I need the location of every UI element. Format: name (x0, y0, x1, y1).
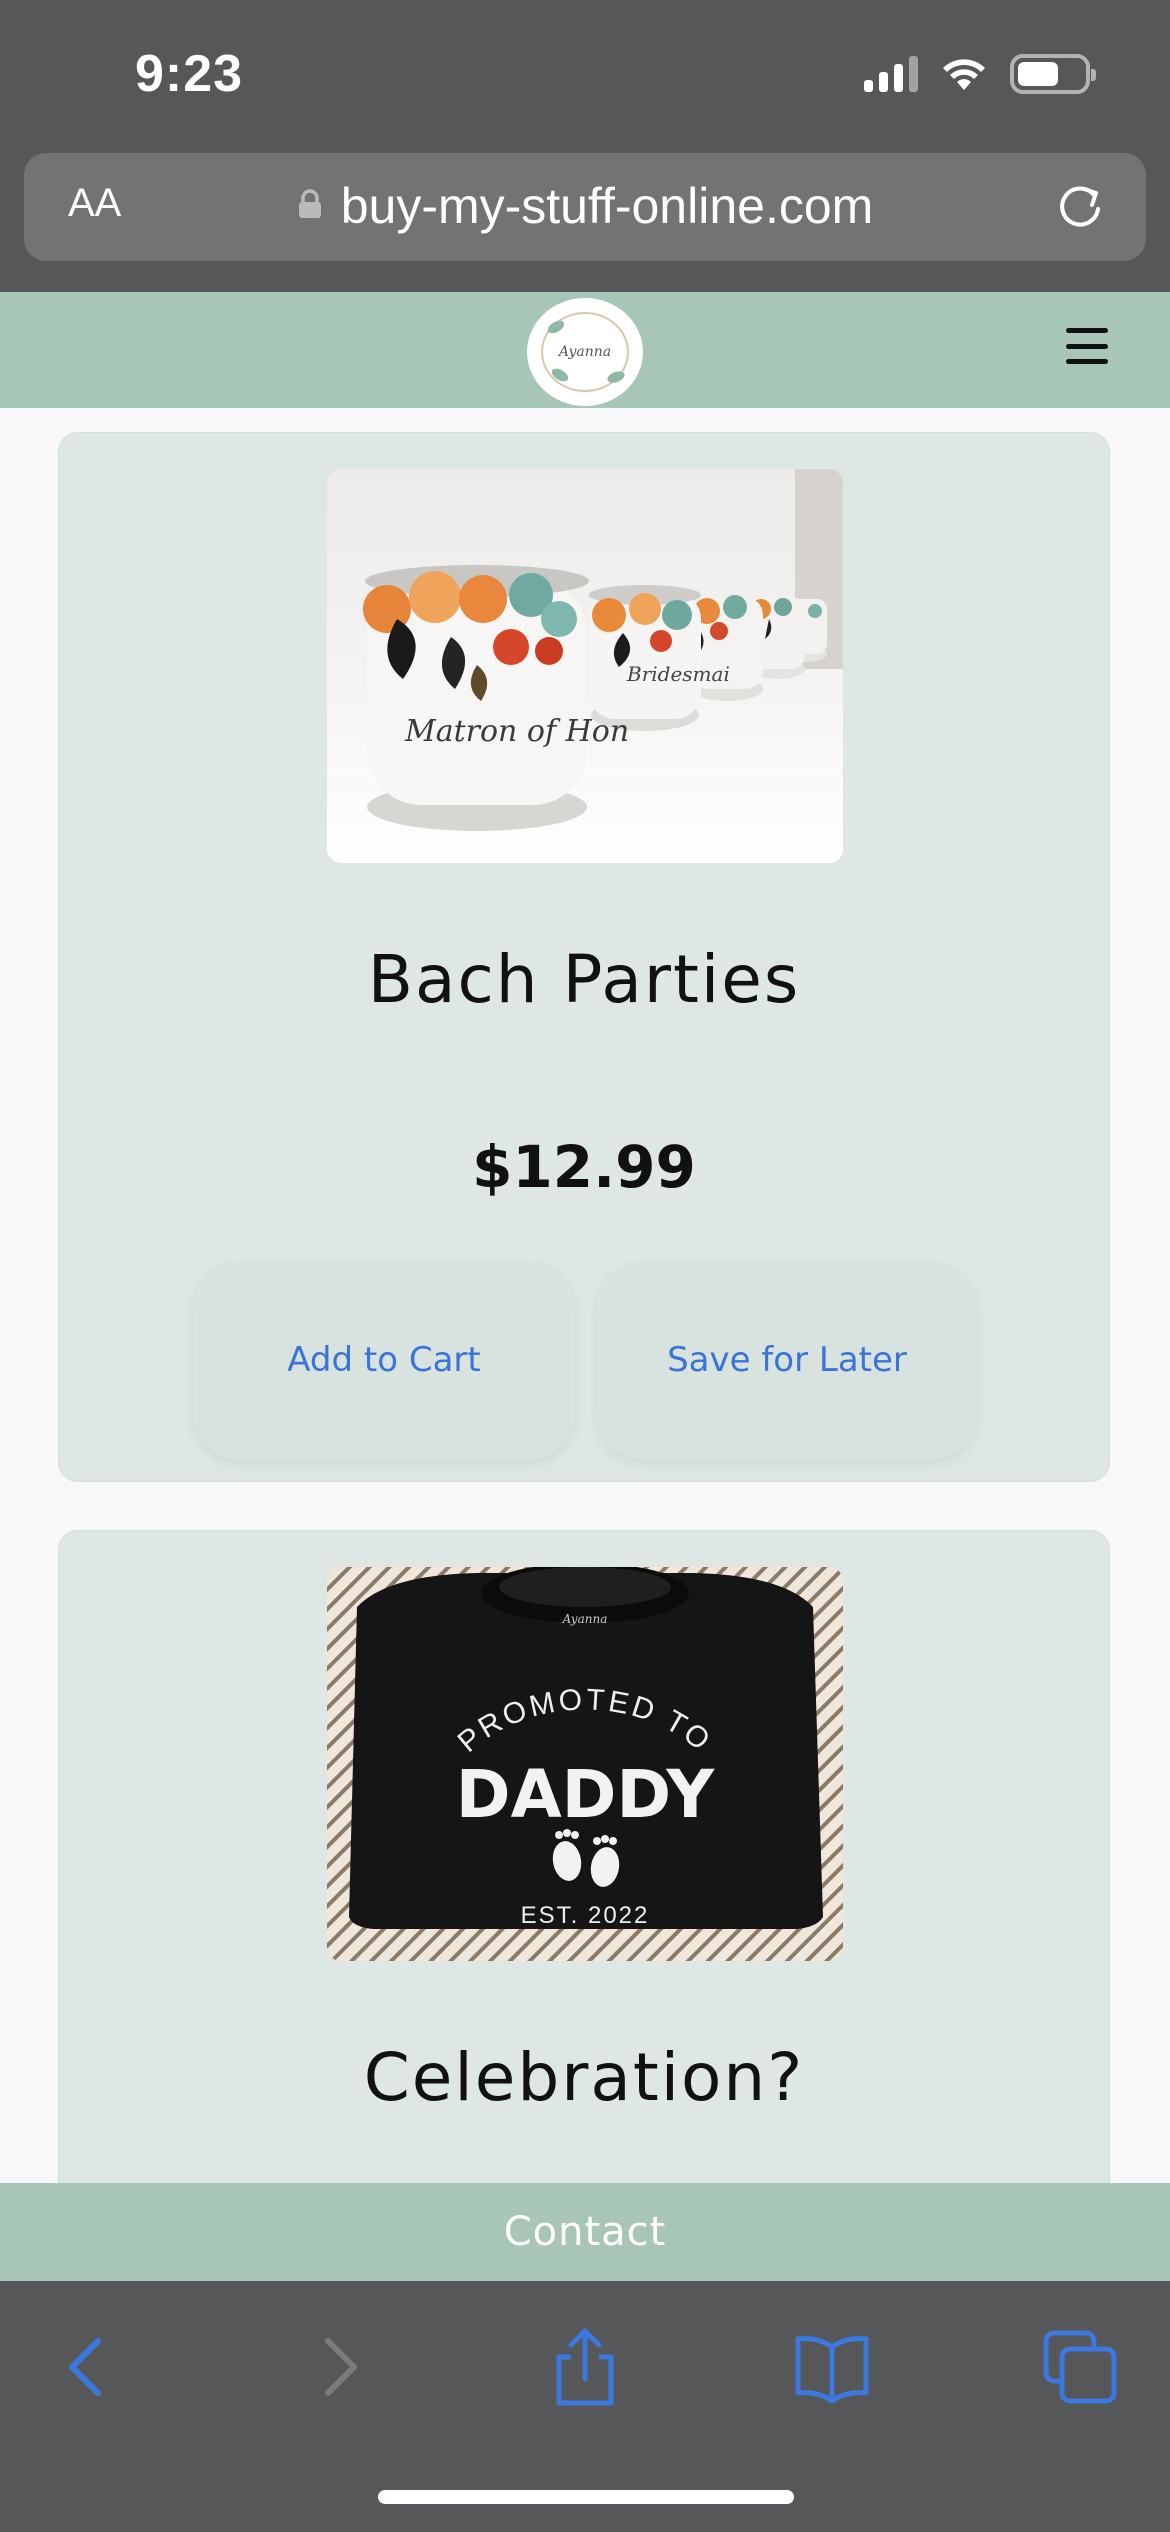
product-title: Bach Parties (367, 941, 801, 1018)
product-price: $12.99 (472, 1133, 696, 1201)
tumbler-text-2: Bridesmai (626, 662, 730, 686)
battery-icon (1010, 54, 1096, 94)
wifi-icon (943, 59, 985, 90)
share-icon[interactable] (545, 2327, 625, 2407)
contact-link[interactable]: Contact (0, 2183, 1170, 2281)
product-image-shirt: Ayanna PROMOTED TO DADDY EST. 2022 (327, 1567, 843, 1961)
shirt-line-2: DADDY (456, 1756, 716, 1833)
forward-icon[interactable] (298, 2327, 378, 2407)
back-icon[interactable] (48, 2327, 128, 2407)
url-field[interactable]: buy-my-stuff-online.com (24, 177, 1146, 235)
shirt-line-3: EST. 2022 (521, 1902, 650, 1929)
product-title: Celebration? (363, 2039, 805, 2116)
lock-icon (298, 189, 321, 218)
tumbler-text-1: Matron of Hon (404, 714, 629, 749)
site-logo[interactable]: Ayanna (527, 298, 643, 406)
menu-icon[interactable] (1066, 328, 1108, 364)
browser-top-chrome: 9:23 AA buy-my-stuff-online.com (0, 0, 1170, 292)
product-list: Bridesmai Matron of Hon Bach Parties $12… (0, 408, 1170, 2183)
site-header: Ayanna (0, 292, 1170, 408)
product-card: Ayanna PROMOTED TO DADDY EST. 2022 Celeb… (58, 1530, 1110, 2183)
reload-icon[interactable] (1054, 181, 1106, 233)
shirt-brand-text: Ayanna (562, 1612, 608, 1626)
status-icons (864, 54, 1096, 94)
tabs-icon[interactable] (1040, 2327, 1120, 2407)
save-for-later-button[interactable]: Save for Later (596, 1261, 978, 1459)
cellular-signal-icon (864, 56, 918, 92)
bookmarks-icon[interactable] (792, 2327, 872, 2407)
address-bar[interactable]: AA buy-my-stuff-online.com (24, 153, 1146, 261)
product-card: Bridesmai Matron of Hon Bach Parties $12… (58, 432, 1110, 1482)
status-time: 9:23 (135, 45, 244, 103)
add-to-cart-button[interactable]: Add to Cart (193, 1261, 575, 1459)
url-text: buy-my-stuff-online.com (340, 178, 874, 234)
logo-emblem: Ayanna (541, 312, 629, 392)
logo-text: Ayanna (558, 344, 612, 360)
product-image-tumblers: Bridesmai Matron of Hon (327, 469, 843, 863)
home-indicator (378, 2490, 794, 2504)
